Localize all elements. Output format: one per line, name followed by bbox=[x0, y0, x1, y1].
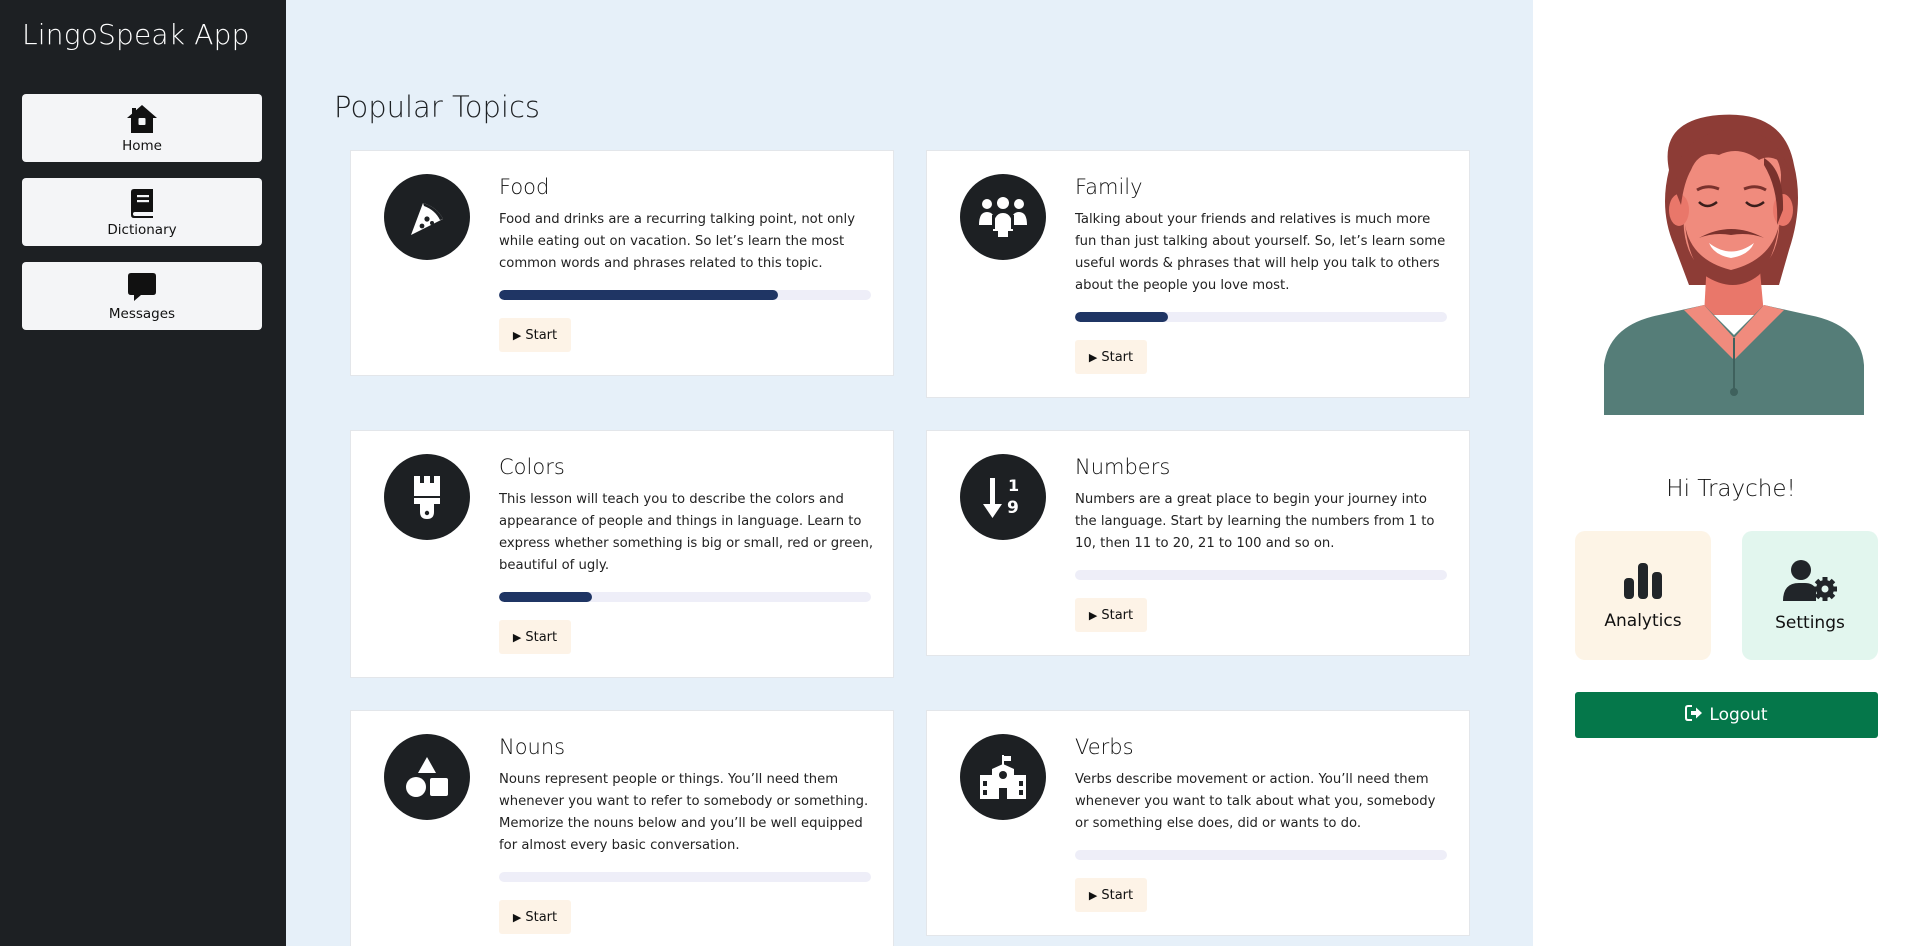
sidebar-item-label: Home bbox=[122, 137, 162, 154]
topic-card-food: Food Food and drinks are a recurring tal… bbox=[350, 150, 894, 376]
topic-progress bbox=[499, 290, 871, 300]
settings-tile[interactable]: Settings bbox=[1742, 531, 1878, 660]
topic-card-verbs: Verbs Verbs describe movement or action.… bbox=[926, 710, 1470, 936]
start-button[interactable]: ▶ Start bbox=[499, 900, 571, 934]
page-title: Popular Topics bbox=[334, 90, 541, 124]
topic-progress bbox=[499, 872, 871, 882]
user-gear-icon bbox=[1783, 559, 1837, 605]
start-label: Start bbox=[525, 909, 558, 925]
sort-numeric-down-icon: 19 bbox=[960, 454, 1046, 540]
user-avatar-illustration bbox=[1599, 110, 1869, 415]
profile-panel: Hi Trayche! Analytics Settings Logout bbox=[1533, 0, 1917, 946]
sidebar-item-dictionary[interactable]: Dictionary bbox=[22, 178, 262, 246]
play-icon: ▶ bbox=[512, 328, 522, 342]
topic-progress-fill bbox=[499, 290, 778, 300]
topic-title: Numbers bbox=[1075, 455, 1171, 479]
topic-card-family: Family Talking about your friends and re… bbox=[926, 150, 1470, 398]
topic-progress bbox=[499, 592, 871, 602]
school-icon bbox=[960, 734, 1046, 820]
play-icon: ▶ bbox=[1088, 350, 1098, 364]
play-icon: ▶ bbox=[1088, 608, 1098, 622]
topic-title: Food bbox=[499, 175, 550, 199]
topic-description: Talking about your friends and relatives… bbox=[1075, 212, 1446, 293]
logout-button[interactable]: Logout bbox=[1575, 692, 1878, 738]
start-button[interactable]: ▶ Start bbox=[1075, 598, 1147, 632]
tile-label: Analytics bbox=[1604, 610, 1682, 631]
topic-description: Numbers are a great place to begin your … bbox=[1075, 492, 1435, 551]
sidebar-item-label: Messages bbox=[108, 305, 176, 322]
start-label: Start bbox=[1101, 607, 1134, 623]
logout-label: Logout bbox=[1709, 705, 1768, 725]
svg-text:9: 9 bbox=[1007, 498, 1019, 518]
topic-title: Family bbox=[1075, 175, 1143, 199]
start-button[interactable]: ▶ Start bbox=[499, 318, 571, 352]
topic-description: This lesson will teach you to describe t… bbox=[499, 492, 874, 573]
start-button[interactable]: ▶ Start bbox=[499, 620, 571, 654]
topic-description: Verbs describe movement or action. You’l… bbox=[1075, 772, 1436, 831]
topic-progress bbox=[1075, 570, 1447, 580]
people-group-icon bbox=[960, 174, 1046, 260]
home-icon bbox=[126, 103, 158, 135]
topic-progress-fill bbox=[499, 592, 592, 602]
topic-card-colors: Colors This lesson will teach you to des… bbox=[350, 430, 894, 678]
topic-description: Food and drinks are a recurring talking … bbox=[499, 212, 856, 271]
start-label: Start bbox=[525, 327, 558, 343]
topic-progress bbox=[1075, 312, 1447, 322]
pizza-icon bbox=[384, 174, 470, 260]
play-icon: ▶ bbox=[1088, 888, 1098, 902]
svg-text:1: 1 bbox=[1008, 476, 1019, 495]
start-button[interactable]: ▶ Start bbox=[1075, 340, 1147, 374]
topic-title: Verbs bbox=[1075, 735, 1134, 759]
greeting: Hi Trayche! bbox=[1666, 476, 1796, 502]
start-label: Start bbox=[525, 629, 558, 645]
topic-card-nouns: Nouns Nouns represent people or things. … bbox=[350, 710, 894, 946]
message-icon bbox=[126, 271, 158, 303]
play-icon: ▶ bbox=[512, 630, 522, 644]
topic-progress-fill bbox=[1075, 312, 1168, 322]
sidebar-item-label: Dictionary bbox=[107, 221, 177, 238]
topic-title: Nouns bbox=[499, 735, 566, 759]
shapes-icon bbox=[384, 734, 470, 820]
play-icon: ▶ bbox=[512, 910, 522, 924]
logout-icon bbox=[1685, 704, 1703, 726]
topic-card-numbers: 19 Numbers Numbers are a great place to … bbox=[926, 430, 1470, 656]
topic-title: Colors bbox=[499, 455, 565, 479]
book-icon bbox=[126, 187, 158, 219]
start-label: Start bbox=[1101, 349, 1134, 365]
app-title: LingoSpeak App bbox=[22, 18, 250, 51]
sidebar-item-messages[interactable]: Messages bbox=[22, 262, 262, 330]
sidebar: LingoSpeak App Home Dictionary Messages bbox=[0, 0, 286, 946]
topic-description: Nouns represent people or things. You’ll… bbox=[499, 772, 869, 853]
start-button[interactable]: ▶ Start bbox=[1075, 878, 1147, 912]
tile-label: Settings bbox=[1775, 612, 1845, 633]
topic-progress bbox=[1075, 850, 1447, 860]
bar-chart-icon bbox=[1622, 561, 1664, 603]
sidebar-item-home[interactable]: Home bbox=[22, 94, 262, 162]
paintbrush-icon bbox=[384, 454, 470, 540]
start-label: Start bbox=[1101, 887, 1134, 903]
analytics-tile[interactable]: Analytics bbox=[1575, 531, 1711, 660]
